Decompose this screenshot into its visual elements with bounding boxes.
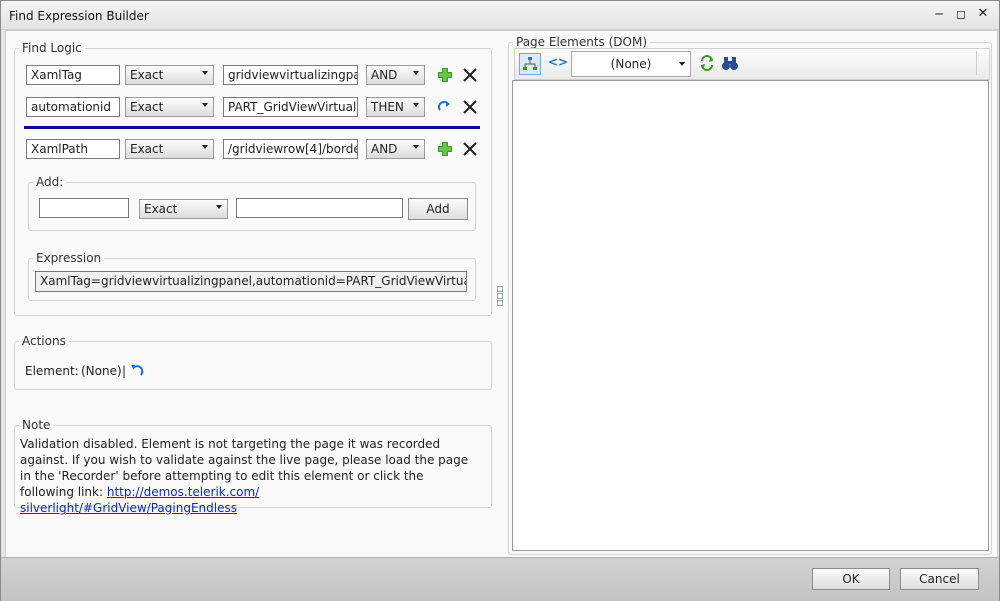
add-attribute-input[interactable] bbox=[39, 198, 129, 218]
find-logic-title: Find Logic bbox=[22, 41, 82, 55]
undo-icon[interactable] bbox=[129, 362, 145, 378]
element-value: (None) bbox=[81, 364, 122, 378]
value-input-2[interactable]: PART_GridViewVirtualizingPanel bbox=[223, 97, 358, 117]
dialog-footer: OK Cancel bbox=[1, 557, 999, 601]
refresh-icon[interactable] bbox=[699, 55, 715, 71]
attribute-input-3[interactable]: XamlPath bbox=[26, 139, 120, 159]
value-input-3[interactable]: /gridviewrow[4]/border[1] bbox=[223, 139, 358, 159]
minimize-icon[interactable]: ─ bbox=[931, 7, 947, 23]
ok-button[interactable]: OK bbox=[812, 568, 890, 590]
add-button[interactable]: Add bbox=[408, 198, 468, 220]
attribute-input-1[interactable]: XamlTag bbox=[26, 65, 120, 85]
delete-row-icon[interactable] bbox=[461, 98, 479, 116]
toolbar-overflow-grip[interactable] bbox=[976, 51, 987, 75]
add-value-input[interactable] bbox=[236, 198, 403, 218]
cancel-button[interactable]: Cancel bbox=[900, 568, 979, 590]
dialog-content: Find Logic XamlTag Exact gridviewvirtual… bbox=[5, 30, 998, 558]
actions-group: Actions bbox=[14, 334, 492, 390]
add-title: Add: bbox=[36, 175, 64, 189]
binoculars-icon[interactable] bbox=[721, 54, 739, 72]
attribute-input-2[interactable]: automationid bbox=[26, 97, 120, 117]
close-icon[interactable]: ✕ bbox=[975, 7, 991, 23]
operator-select-3[interactable]: AND bbox=[366, 139, 425, 159]
splitter-grip[interactable] bbox=[497, 286, 503, 306]
match-select-2[interactable]: Exact bbox=[125, 97, 214, 117]
page-elements-title: Page Elements (DOM) bbox=[516, 35, 648, 49]
actions-title: Actions bbox=[22, 334, 66, 348]
find-expression-builder-window: Find Expression Builder ─ ◻ ✕ Find Logic… bbox=[0, 0, 1000, 601]
element-label: Element: bbox=[25, 364, 79, 378]
note-text-block: Validation disabled. Element is not targ… bbox=[20, 436, 470, 516]
add-match-select[interactable]: Exact bbox=[139, 199, 228, 219]
tree-view-icon[interactable] bbox=[519, 53, 541, 75]
expression-title: Expression bbox=[36, 251, 102, 265]
operator-select-2[interactable]: THEN bbox=[366, 97, 425, 117]
window-title: Find Expression Builder bbox=[9, 9, 149, 23]
operator-select-1[interactable]: AND bbox=[366, 65, 425, 85]
separator: | bbox=[122, 364, 127, 378]
delete-row-icon[interactable] bbox=[461, 66, 479, 84]
redo-arrow-icon[interactable] bbox=[436, 98, 454, 116]
source-view-icon[interactable]: <> bbox=[548, 55, 568, 69]
dom-toolbar: <> (None) bbox=[514, 48, 990, 80]
value-input-1[interactable]: gridviewvirtualizingpanel bbox=[223, 65, 358, 85]
expression-field[interactable]: XamlTag=gridviewvirtualizingpanel,automa… bbox=[35, 271, 467, 292]
then-separator bbox=[24, 126, 480, 129]
maximize-icon[interactable]: ◻ bbox=[953, 7, 969, 23]
note-title: Note bbox=[22, 418, 51, 432]
dom-dropdown[interactable]: (None) bbox=[571, 51, 691, 77]
delete-row-icon[interactable] bbox=[461, 140, 479, 158]
match-select-1[interactable]: Exact bbox=[125, 65, 214, 85]
dom-tree-panel[interactable] bbox=[512, 80, 989, 551]
match-select-3[interactable]: Exact bbox=[125, 139, 214, 159]
plus-icon[interactable] bbox=[436, 140, 454, 158]
plus-icon[interactable] bbox=[436, 66, 454, 84]
title-bar: Find Expression Builder ─ ◻ ✕ bbox=[1, 1, 999, 30]
